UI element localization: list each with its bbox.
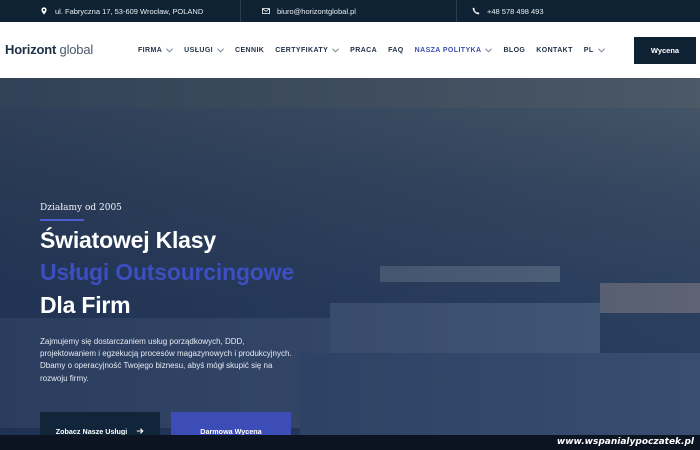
hero-section: Działamy od 2005 Światowej Klasy Usługi … (0, 78, 700, 450)
nav-item-firma[interactable]: FIRMA (138, 46, 174, 54)
nav-label: PL (583, 46, 594, 54)
nav-item-praca[interactable]: PRACA (350, 47, 377, 54)
nav-label: CENNIK (235, 46, 265, 54)
phone-link[interactable]: +48 578 498 493 (487, 7, 544, 16)
hero-title-line-2: Usługi Outsourcingowe (40, 259, 294, 285)
chevron-down-icon (166, 47, 174, 53)
hero-eyebrow: Działamy od 2005 (40, 203, 122, 213)
nav-label: NASZA POLITYKA (414, 46, 482, 54)
top-contact-bar: ul. Fabryczna 17, 53-609 Wrocław, POLAND… (0, 0, 700, 22)
email-link[interactable]: biuro@horizontglobal.pl (277, 7, 356, 16)
chevron-down-icon (332, 47, 340, 53)
topbar-divider (240, 0, 241, 22)
chevron-down-icon (485, 47, 493, 53)
nav-label: FAQ (388, 46, 404, 54)
nav-item-faq[interactable]: FAQ (388, 47, 404, 54)
nav-item-kontakt[interactable]: KONTAKT (536, 47, 573, 54)
address-item: ul. Fabryczna 17, 53-609 Wrocław, POLAND (40, 0, 203, 22)
nav-item-cennik[interactable]: CENNIK (235, 47, 264, 54)
topbar-divider (456, 0, 457, 22)
address-text: ul. Fabryczna 17, 53-609 Wrocław, POLAND (55, 6, 204, 16)
arrow-right-icon (137, 428, 144, 434)
chevron-down-icon (217, 47, 224, 53)
nav-label: BLOG (503, 46, 526, 54)
nav-label: CERTYFIKATY (275, 46, 329, 54)
hero-title-line-1: Światowej Klasy (40, 227, 216, 253)
quote-button[interactable]: Wycena (634, 37, 696, 64)
nav-item-blog[interactable]: BLOG (503, 47, 525, 54)
eyebrow-underline (40, 219, 84, 221)
watermark: www.wspanialypoczatek.pl (556, 437, 694, 447)
logo-light-text: global (56, 42, 94, 57)
nav-label: USŁUGI (184, 46, 214, 54)
envelope-icon (262, 8, 270, 14)
phone-item[interactable]: +48 578 498 493 (472, 0, 544, 22)
nav-label: KONTAKT (536, 46, 573, 54)
hero-title-line-3: Dla Firm (40, 292, 131, 318)
site-header: Horizont global FIRMA USŁUGI CENNIK CERT… (0, 22, 700, 78)
email-item[interactable]: biuro@horizontglobal.pl (262, 0, 356, 22)
hero-description: Zajmujemy się dostarczaniem usług porząd… (40, 337, 292, 383)
nav-item-certyfikaty[interactable]: CERTYFIKATY (275, 46, 340, 54)
logo[interactable]: Horizont global (5, 42, 93, 57)
language-switcher[interactable]: PL (584, 47, 605, 54)
nav-item-nasza-polityka[interactable]: NASZA POLITYKA (415, 47, 493, 54)
logo-bold-text: Horizont (5, 42, 57, 57)
chevron-down-icon (597, 47, 605, 53)
location-pin-icon (41, 7, 47, 15)
nav-item-uslugi[interactable]: USŁUGI (184, 47, 224, 54)
nav-label: FIRMA (138, 46, 163, 54)
nav-label: PRACA (350, 46, 378, 54)
main-nav: FIRMA USŁUGI CENNIK CERTYFIKATY PRACA FA… (138, 22, 616, 78)
phone-icon (472, 7, 480, 15)
